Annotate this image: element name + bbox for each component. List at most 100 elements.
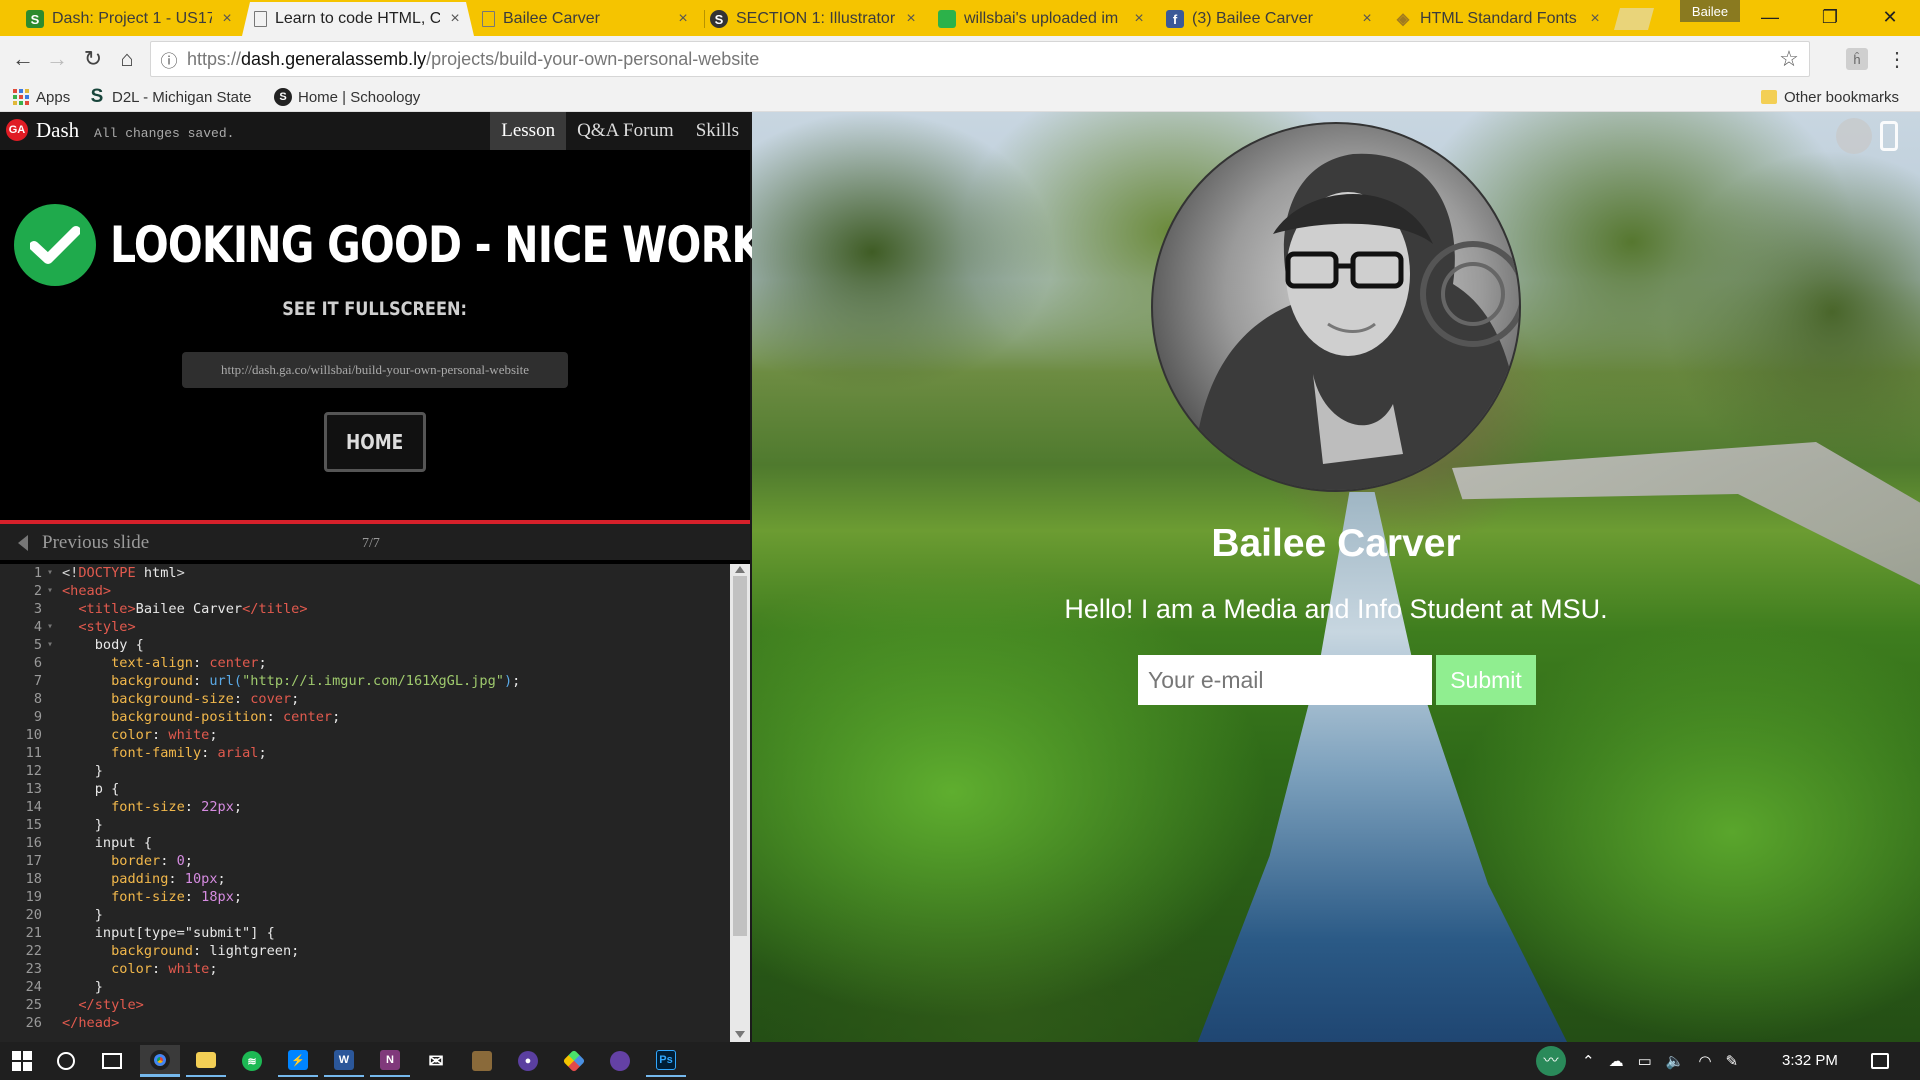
minimize-icon[interactable]: — xyxy=(1740,0,1800,34)
scroll-up-icon[interactable] xyxy=(735,566,745,573)
code-text[interactable]: color: white; xyxy=(62,726,728,744)
code-line[interactable]: 10 color: white; xyxy=(0,726,728,744)
close-icon[interactable]: × xyxy=(1586,10,1604,28)
code-line[interactable]: 21 input[type="submit"] { xyxy=(0,924,728,942)
forward-arrow-icon[interactable]: → xyxy=(42,44,72,74)
code-line[interactable]: 7 background: url("http://i.imgur.com/16… xyxy=(0,672,728,690)
browser-tab-learn-to-code[interactable]: Learn to code HTML, C × xyxy=(242,2,474,36)
scroll-thumb[interactable] xyxy=(733,576,747,936)
taskbar-file-explorer[interactable] xyxy=(186,1045,226,1077)
code-text[interactable]: p { xyxy=(62,780,728,798)
code-text[interactable]: } xyxy=(62,762,728,780)
fold-arrow-icon[interactable]: ▾ xyxy=(44,636,62,654)
pen-icon[interactable]: ✎ xyxy=(1726,1052,1739,1070)
home-icon[interactable]: ⌂ xyxy=(112,44,142,74)
taskbar-photoshop[interactable]: Ps xyxy=(646,1045,686,1077)
taskbar-messenger[interactable]: ⚡ xyxy=(278,1045,318,1077)
submit-button[interactable]: Submit xyxy=(1436,655,1536,705)
tray-overflow-icon[interactable]: ⌃ xyxy=(1582,1052,1595,1070)
share-url-field[interactable]: http://dash.ga.co/willsbai/build-your-ow… xyxy=(182,352,568,388)
code-line[interactable]: 18 padding: 10px; xyxy=(0,870,728,888)
fold-arrow-icon[interactable]: ▾ xyxy=(44,564,62,582)
restore-icon[interactable]: ❐ xyxy=(1800,0,1860,34)
code-text[interactable]: <style> xyxy=(62,618,728,636)
battery-icon[interactable]: ▭ xyxy=(1638,1052,1652,1070)
code-text[interactable]: <head> xyxy=(62,582,728,600)
code-text[interactable]: background: url("http://i.imgur.com/161X… xyxy=(62,672,728,690)
code-text[interactable]: background-size: cover; xyxy=(62,690,728,708)
code-line[interactable]: 17 border: 0; xyxy=(0,852,728,870)
activity-monitor-icon[interactable]: 〰 xyxy=(1536,1046,1566,1076)
previous-slide-button[interactable]: Previous slide xyxy=(18,532,149,554)
taskbar-onenote[interactable]: N xyxy=(370,1045,410,1077)
close-window-icon[interactable]: ✕ xyxy=(1860,0,1920,34)
info-icon[interactable]: ⓘ xyxy=(151,47,187,72)
ga-logo[interactable]: GA xyxy=(6,119,28,141)
code-line[interactable]: 20 } xyxy=(0,906,728,924)
code-line[interactable]: 24 } xyxy=(0,978,728,996)
reload-icon[interactable]: ↻ xyxy=(78,44,108,74)
clock[interactable]: 3:32 PM xyxy=(1782,1052,1838,1069)
code-line[interactable]: 13 p { xyxy=(0,780,728,798)
code-text[interactable]: } xyxy=(62,906,728,924)
close-icon[interactable]: × xyxy=(446,10,464,28)
code-line[interactable]: 4 ▾ <style> xyxy=(0,618,728,636)
browser-tab-dash-project[interactable]: S Dash: Project 1 - US17 × xyxy=(14,2,246,36)
dash-app-name[interactable]: Dash xyxy=(36,118,79,143)
notifications-icon[interactable] xyxy=(1860,1045,1900,1077)
taskbar-git-app[interactable] xyxy=(554,1045,594,1077)
browser-tab-imgur-uploads[interactable]: willsbai's uploaded im × xyxy=(926,2,1158,36)
code-text[interactable]: color: white; xyxy=(62,960,728,978)
code-text[interactable]: padding: 10px; xyxy=(62,870,728,888)
code-line[interactable]: 16 input { xyxy=(0,834,728,852)
extension-icon[interactable]: ĥ xyxy=(1846,48,1868,70)
code-line[interactable]: 19 font-size: 18px; xyxy=(0,888,728,906)
code-text[interactable]: <title>Bailee Carver</title> xyxy=(62,600,728,618)
volume-icon[interactable]: 🔈 xyxy=(1666,1052,1685,1070)
code-text[interactable]: input[type="submit"] { xyxy=(62,924,728,942)
code-line[interactable]: 26 </head> xyxy=(0,1014,728,1032)
code-line[interactable]: 5 ▾ body { xyxy=(0,636,728,654)
profile-button[interactable]: Bailee xyxy=(1680,0,1740,22)
close-icon[interactable]: × xyxy=(1130,10,1148,28)
code-text[interactable]: </head> xyxy=(62,1014,728,1032)
taskbar-mail[interactable]: ✉ xyxy=(416,1045,456,1077)
code-line[interactable]: 12 } xyxy=(0,762,728,780)
close-icon[interactable]: × xyxy=(218,10,236,28)
code-editor[interactable]: 1 ▾ <!DOCTYPE html> 2 ▾ <head> 3 <title>Bailee… xyxy=(0,564,750,1042)
scroll-down-icon[interactable] xyxy=(735,1031,745,1038)
code-text[interactable]: font-family: arial; xyxy=(62,744,728,762)
windows-start-icon[interactable] xyxy=(2,1045,42,1077)
back-arrow-icon[interactable]: ← xyxy=(8,44,38,74)
fullscreen-toggle-icon[interactable] xyxy=(1836,118,1872,154)
home-button[interactable]: HOME xyxy=(324,412,426,472)
nav-qa-forum[interactable]: Q&A Forum xyxy=(566,112,685,150)
code-text[interactable]: background: lightgreen; xyxy=(62,942,728,960)
code-line[interactable]: 2 ▾ <head> xyxy=(0,582,728,600)
bookmark-apps[interactable]: Apps xyxy=(12,86,70,108)
browser-tab-section-illustrator[interactable]: S SECTION 1: Illustrator | × xyxy=(698,2,930,36)
code-line[interactable]: 9 background-position: center; xyxy=(0,708,728,726)
browser-tab-facebook[interactable]: f (3) Bailee Carver × xyxy=(1154,2,1386,36)
code-line[interactable]: 23 color: white; xyxy=(0,960,728,978)
taskbar-purple-app[interactable]: ● xyxy=(508,1045,548,1077)
wifi-icon[interactable]: ◠ xyxy=(1698,1052,1711,1070)
code-text[interactable]: } xyxy=(62,816,728,834)
menu-dots-icon[interactable]: ⋮ xyxy=(1882,44,1912,74)
code-line[interactable]: 6 text-align: center; xyxy=(0,654,728,672)
code-text[interactable]: input { xyxy=(62,834,728,852)
mobile-view-icon[interactable] xyxy=(1880,121,1898,151)
editor-scrollbar[interactable] xyxy=(730,564,750,1042)
bookmark-star-icon[interactable]: ☆ xyxy=(1769,46,1809,72)
email-field[interactable] xyxy=(1138,655,1432,705)
task-view-icon[interactable] xyxy=(92,1045,132,1077)
code-line[interactable]: 25 </style> xyxy=(0,996,728,1014)
taskbar-twitch[interactable] xyxy=(600,1045,640,1077)
code-text[interactable]: </style> xyxy=(62,996,728,1014)
bookmark-d2l[interactable]: S D2L - Michigan State xyxy=(88,86,252,108)
code-line[interactable]: 22 background: lightgreen; xyxy=(0,942,728,960)
code-text[interactable]: font-size: 22px; xyxy=(62,798,728,816)
code-text[interactable]: font-size: 18px; xyxy=(62,888,728,906)
search-cortana-icon[interactable] xyxy=(46,1045,86,1077)
onedrive-icon[interactable]: ☁ xyxy=(1609,1052,1624,1070)
